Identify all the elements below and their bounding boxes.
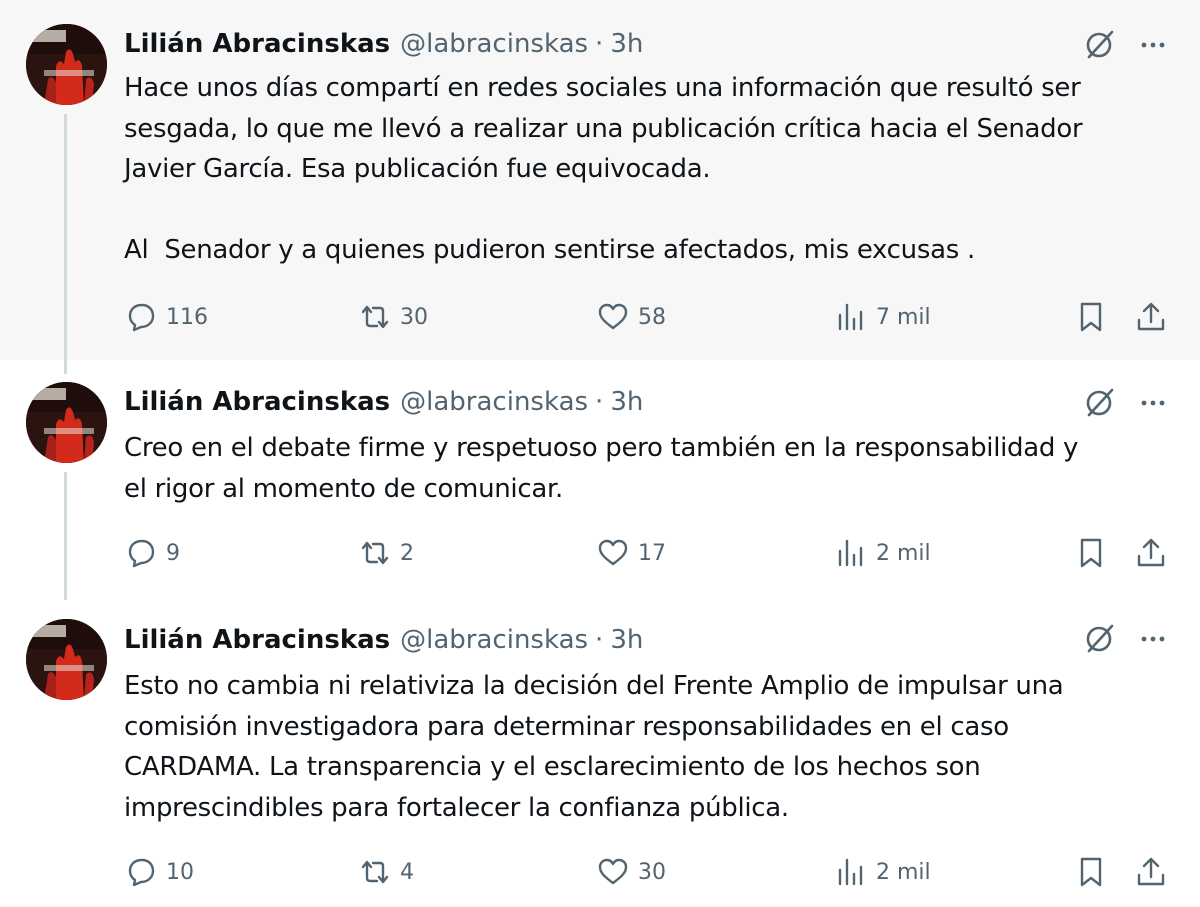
views-count: 2 mil — [876, 540, 931, 566]
reply-count: 9 — [166, 540, 180, 566]
views-button[interactable]: 2 mil — [834, 531, 931, 575]
action-bar: 10 4 30 2 mil — [0, 850, 1200, 894]
bookmark-button[interactable] — [1074, 850, 1108, 894]
author-handle[interactable]: @labracinskas — [400, 387, 588, 417]
retweet-button[interactable]: 30 — [358, 295, 428, 339]
heart-icon — [598, 303, 628, 330]
action-bar: 116 30 58 7 mil — [0, 295, 1200, 339]
like-count: 17 — [638, 540, 666, 566]
heart-icon — [598, 539, 628, 566]
timestamp[interactable]: 3h — [610, 625, 643, 655]
bookmark-icon — [1080, 857, 1102, 887]
grok-icon[interactable] — [1082, 386, 1116, 420]
views-icon — [838, 539, 863, 567]
tweet[interactable]: Lilián Abracinskas @labracinskas · 3h Es… — [0, 600, 1200, 907]
reply-count: 116 — [166, 304, 208, 330]
reply-button[interactable]: 116 — [124, 295, 208, 339]
separator: · — [595, 625, 604, 655]
more-icon[interactable] — [1136, 28, 1170, 62]
tweet[interactable]: Lilián Abracinskas @labracinskas · 3h Cr… — [0, 360, 1200, 600]
views-icon — [838, 858, 863, 886]
reply-icon — [128, 539, 155, 568]
retweet-icon — [361, 860, 389, 884]
views-icon — [838, 303, 863, 331]
thread-line — [64, 360, 67, 374]
reply-count: 10 — [166, 859, 194, 885]
timestamp[interactable]: 3h — [610, 29, 643, 59]
views-count: 7 mil — [876, 304, 931, 330]
share-button[interactable] — [1134, 531, 1168, 575]
author-name[interactable]: Lilián Abracinskas — [124, 387, 390, 417]
share-icon — [1137, 857, 1165, 886]
share-button[interactable] — [1134, 850, 1168, 894]
retweet-icon — [361, 541, 389, 565]
tweet-header: Lilián Abracinskas @labracinskas · 3h — [124, 384, 643, 420]
like-count: 30 — [638, 859, 666, 885]
timestamp[interactable]: 3h — [610, 387, 643, 417]
grok-icon[interactable] — [1082, 622, 1116, 656]
author-handle[interactable]: @labracinskas — [400, 29, 588, 59]
bookmark-button[interactable] — [1074, 295, 1108, 339]
retweet-icon — [361, 305, 389, 329]
tweet[interactable]: Lilián Abracinskas @labracinskas · 3h Ha… — [0, 0, 1200, 360]
retweet-button[interactable]: 4 — [358, 850, 414, 894]
retweet-count: 4 — [400, 859, 414, 885]
views-button[interactable]: 7 mil — [834, 295, 931, 339]
reply-icon — [128, 858, 155, 887]
tweet-text: Hace unos días compartí en redes sociale… — [124, 73, 1083, 265]
share-icon — [1137, 302, 1165, 331]
share-icon — [1137, 538, 1165, 567]
avatar[interactable] — [26, 619, 107, 700]
bookmark-icon — [1080, 302, 1102, 332]
avatar[interactable] — [26, 382, 107, 463]
separator: · — [595, 387, 604, 417]
avatar[interactable] — [26, 24, 107, 105]
views-count: 2 mil — [876, 859, 931, 885]
heart-icon — [598, 858, 628, 885]
tweet-header: Lilián Abracinskas @labracinskas · 3h — [124, 26, 643, 62]
retweet-count: 2 — [400, 540, 414, 566]
reply-icon — [128, 303, 155, 332]
like-button[interactable]: 17 — [596, 531, 666, 575]
grok-icon[interactable] — [1082, 28, 1116, 62]
reply-button[interactable]: 9 — [124, 531, 180, 575]
more-icon[interactable] — [1136, 622, 1170, 656]
like-button[interactable]: 58 — [596, 295, 666, 339]
like-count: 58 — [638, 304, 666, 330]
tweet-text: Creo en el debate firme y respetuoso per… — [124, 433, 1079, 504]
retweet-count: 30 — [400, 304, 428, 330]
author-name[interactable]: Lilián Abracinskas — [124, 29, 390, 59]
more-icon[interactable] — [1136, 386, 1170, 420]
bookmark-button[interactable] — [1074, 531, 1108, 575]
retweet-button[interactable]: 2 — [358, 531, 414, 575]
reply-button[interactable]: 10 — [124, 850, 194, 894]
author-name[interactable]: Lilián Abracinskas — [124, 625, 390, 655]
like-button[interactable]: 30 — [596, 850, 666, 894]
author-handle[interactable]: @labracinskas — [400, 625, 588, 655]
tweet-text: Esto no cambia ni relativiza la decisión… — [124, 671, 1064, 823]
share-button[interactable] — [1134, 295, 1168, 339]
tweet-header: Lilián Abracinskas @labracinskas · 3h — [124, 622, 643, 658]
separator: · — [595, 29, 604, 59]
action-bar: 9 2 17 2 mil — [0, 531, 1200, 575]
views-button[interactable]: 2 mil — [834, 850, 931, 894]
bookmark-icon — [1080, 538, 1102, 568]
